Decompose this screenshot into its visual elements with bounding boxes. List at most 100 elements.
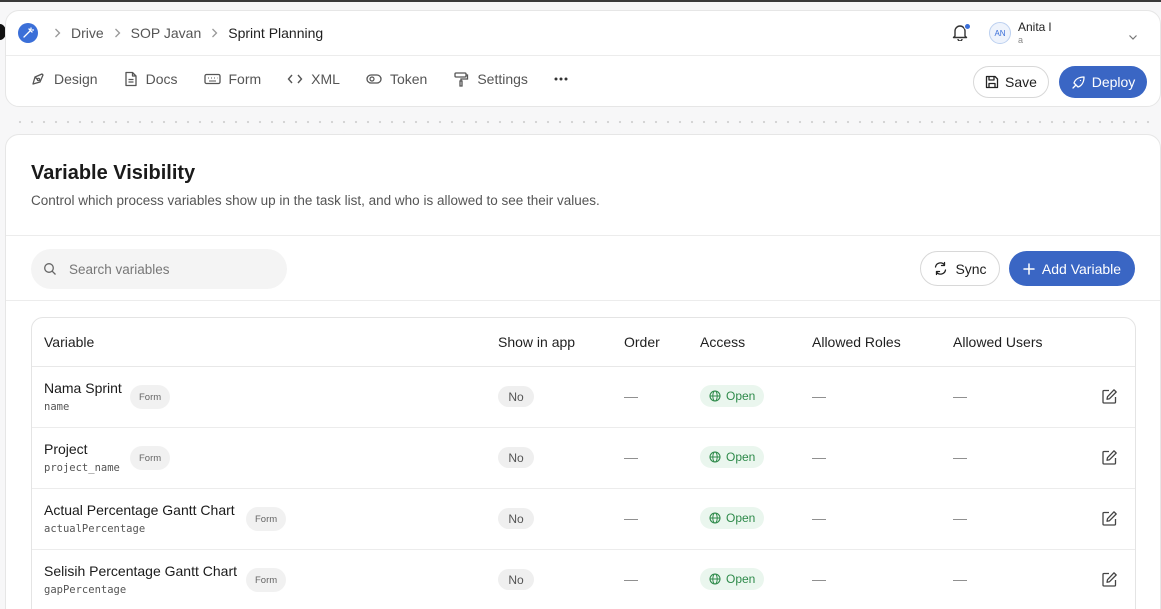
- allowed-users-value: —: [953, 449, 967, 465]
- divider: [6, 300, 1160, 301]
- window-top-border: [0, 0, 1161, 2]
- app-logo-icon[interactable]: [18, 23, 38, 43]
- breadcrumb: Drive SOP Javan Sprint Planning: [44, 23, 323, 43]
- chevron-right-icon: [54, 28, 61, 38]
- allowed-roles-value: —: [812, 388, 826, 404]
- avatar[interactable]: AN: [989, 22, 1011, 44]
- globe-icon: [709, 451, 721, 463]
- header-tab-row: Design Docs Form XML Token Settings Save…: [6, 57, 1160, 107]
- add-variable-label: Add Variable: [1041, 260, 1122, 277]
- rocket-icon: [1072, 75, 1085, 89]
- variables-table: Variable Show in app Order Access Allowe…: [31, 317, 1136, 609]
- more-options-icon[interactable]: [554, 77, 576, 81]
- allowed-roles-value: —: [812, 449, 826, 465]
- code-icon: [287, 74, 303, 84]
- show-in-app-badge[interactable]: No: [498, 508, 534, 529]
- variable-key: project_name: [44, 462, 120, 474]
- chevron-down-icon[interactable]: [1128, 28, 1138, 46]
- search-box[interactable]: [31, 249, 287, 289]
- save-label: Save: [1005, 74, 1037, 90]
- user-subtitle: a: [1018, 35, 1024, 45]
- order-value: —: [624, 510, 638, 526]
- table-row[interactable]: Project project_name Form No — Open — —: [32, 428, 1135, 489]
- edit-icon[interactable]: [1101, 571, 1118, 588]
- notification-bell-icon[interactable]: [952, 23, 971, 43]
- add-variable-button[interactable]: Add Variable: [1009, 251, 1135, 286]
- globe-icon: [709, 512, 721, 524]
- tab-form[interactable]: Form: [203, 71, 262, 87]
- access-label: Open: [726, 511, 756, 525]
- variable-key: name: [44, 401, 70, 413]
- chevron-right-icon: [211, 28, 218, 38]
- search-icon: [44, 263, 56, 275]
- canvas-dot-pattern: [10, 113, 1150, 133]
- paint-roller-icon: [454, 72, 469, 87]
- plus-icon: [1023, 262, 1035, 275]
- source-badge: Form: [246, 507, 287, 531]
- tab-settings-label: Settings: [477, 71, 528, 87]
- variable-name: Selisih Percentage Gantt Chart: [44, 563, 237, 579]
- sync-icon: [935, 261, 947, 276]
- edit-icon[interactable]: [1101, 449, 1118, 466]
- table-row[interactable]: Nama Sprint name Form No — Open — —: [32, 367, 1135, 428]
- show-in-app-badge[interactable]: No: [498, 569, 534, 590]
- divider: [6, 235, 1160, 236]
- edit-icon[interactable]: [1101, 510, 1118, 527]
- tab-design[interactable]: Design: [30, 71, 98, 87]
- tab-form-label: Form: [228, 71, 262, 87]
- tab-docs[interactable]: Docs: [124, 71, 178, 87]
- allowed-users-value: —: [953, 388, 967, 404]
- page-description: Control which process variables show up …: [31, 193, 600, 208]
- source-badge: Form: [130, 446, 171, 470]
- allowed-users-value: —: [953, 571, 967, 587]
- source-badge: Form: [246, 568, 287, 592]
- access-badge: Open: [700, 568, 765, 590]
- tab-settings[interactable]: Settings: [453, 71, 528, 87]
- tab-xml-label: XML: [311, 71, 340, 87]
- tab-docs-label: Docs: [145, 71, 178, 87]
- access-badge: Open: [700, 385, 765, 407]
- tab-token[interactable]: Token: [366, 71, 427, 87]
- deploy-button[interactable]: Deploy: [1059, 66, 1147, 98]
- variable-name: Actual Percentage Gantt Chart: [44, 502, 235, 518]
- deploy-label: Deploy: [1091, 74, 1136, 90]
- tab-xml[interactable]: XML: [287, 71, 340, 87]
- toggle-icon: [366, 74, 382, 84]
- header-allowed-roles: Allowed Roles: [812, 334, 901, 350]
- tab-design-label: Design: [54, 71, 98, 87]
- header-allowed-users: Allowed Users: [953, 334, 1043, 350]
- breadcrumb-drive[interactable]: Drive: [71, 25, 104, 41]
- header-order: Order: [624, 334, 660, 350]
- show-in-app-badge[interactable]: No: [498, 386, 534, 407]
- header-top-row: Drive SOP Javan Sprint Planning AN Anita…: [6, 11, 1160, 56]
- access-badge: Open: [700, 446, 765, 468]
- access-label: Open: [726, 389, 756, 403]
- editor-tabs: Design Docs Form XML Token Settings: [30, 71, 602, 87]
- globe-icon: [709, 573, 721, 585]
- order-value: —: [624, 449, 638, 465]
- variable-name: Project: [44, 441, 88, 457]
- variable-visibility-panel: Variable Visibility Control which proces…: [5, 134, 1161, 609]
- order-value: —: [624, 571, 638, 587]
- allowed-roles-value: —: [812, 510, 826, 526]
- table-row[interactable]: Selisih Percentage Gantt Chart gapPercen…: [32, 550, 1135, 609]
- table-row[interactable]: Actual Percentage Gantt Chart actualPerc…: [32, 489, 1135, 550]
- access-badge: Open: [700, 507, 765, 529]
- search-input[interactable]: [69, 261, 269, 277]
- edit-icon[interactable]: [1101, 388, 1118, 405]
- header-show-in-app: Show in app: [498, 334, 576, 350]
- breadcrumb-project[interactable]: SOP Javan: [131, 25, 202, 41]
- chevron-right-icon: [114, 28, 121, 38]
- document-icon: [124, 71, 137, 87]
- show-in-app-badge[interactable]: No: [498, 447, 534, 468]
- sync-button[interactable]: Sync: [920, 251, 1000, 286]
- user-name[interactable]: Anita l: [1018, 20, 1051, 34]
- access-label: Open: [726, 450, 756, 464]
- save-button[interactable]: Save: [973, 66, 1049, 98]
- variable-key: gapPercentage: [44, 584, 127, 596]
- sync-label: Sync: [955, 260, 987, 277]
- page-title: Variable Visibility: [31, 162, 196, 184]
- variable-key: actualPercentage: [44, 523, 146, 535]
- keyboard-icon: [203, 73, 221, 85]
- tab-token-label: Token: [389, 71, 428, 87]
